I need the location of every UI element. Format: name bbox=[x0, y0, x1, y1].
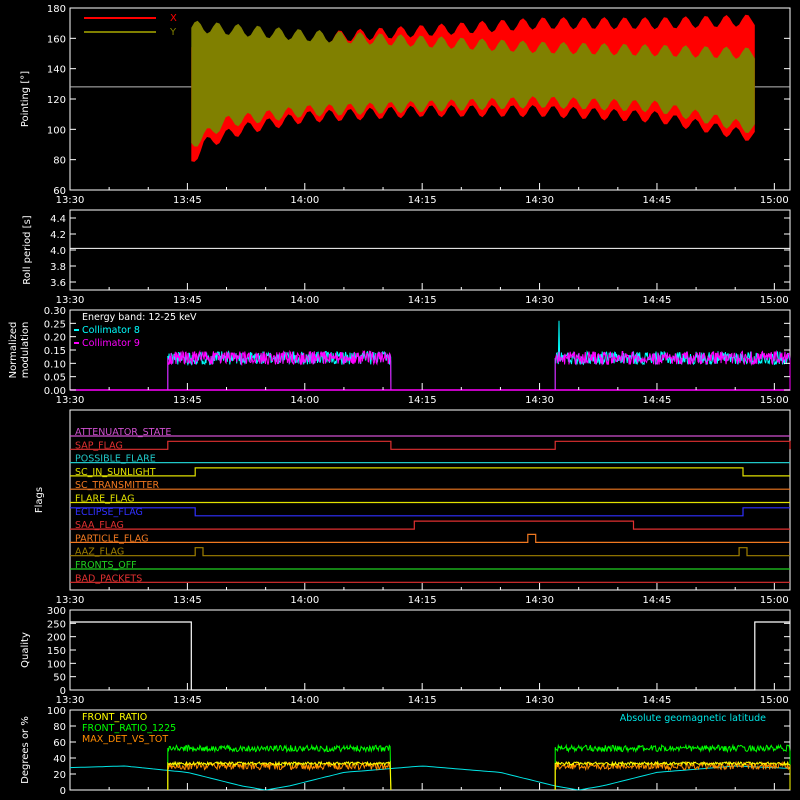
roll-xtick-label: 13:30 bbox=[56, 295, 85, 306]
roll-xtick-label: 14:30 bbox=[525, 295, 554, 306]
ratios-ytick-label: 20 bbox=[53, 770, 66, 781]
mod-xtick-label: 14:30 bbox=[525, 395, 554, 406]
roll-xtick-label: 14:15 bbox=[408, 295, 437, 306]
legend-col8-label: Collimator 8 bbox=[82, 325, 140, 336]
roll-xtick-label: 14:00 bbox=[290, 295, 319, 306]
pointing-xtick-label: 13:45 bbox=[173, 195, 202, 206]
flags-xtick-label: 13:30 bbox=[56, 595, 85, 606]
flags-xtick-label: 14:45 bbox=[643, 595, 672, 606]
flags-xtick-label: 15:00 bbox=[760, 595, 789, 606]
quality-xtick-label: 14:45 bbox=[643, 695, 672, 706]
legend-col9-label: Collimator 9 bbox=[82, 338, 140, 349]
quality-ytick-label: 150 bbox=[47, 646, 66, 657]
legend-y-label: Y bbox=[169, 27, 177, 38]
mod-ytick-label: 0.25 bbox=[44, 319, 66, 330]
mod-ytick-label: 0.20 bbox=[44, 333, 66, 344]
ratios-ytick-label: 60 bbox=[53, 738, 66, 749]
roll-xtick-label: 14:45 bbox=[643, 295, 672, 306]
legend-front-ratio-1225: FRONT_RATIO_1225 bbox=[82, 723, 176, 734]
mod-ytick-label: 0.15 bbox=[44, 346, 66, 357]
pointing-xtick-label: 14:45 bbox=[643, 195, 672, 206]
quality-ytick-label: 250 bbox=[47, 619, 66, 630]
quality-xtick-label: 14:15 bbox=[408, 695, 437, 706]
quality-ytick-label: 200 bbox=[47, 633, 66, 644]
ratios-ytick-label: 0 bbox=[60, 786, 66, 797]
roll-ytick-label: 3.8 bbox=[50, 262, 66, 273]
mod-xtick-label: 14:15 bbox=[408, 395, 437, 406]
ratios-ylabel: Degrees or % bbox=[20, 716, 31, 784]
energy-band-annotation: Energy band: 12-25 keV bbox=[82, 312, 197, 323]
quality-xtick-label: 15:00 bbox=[760, 695, 789, 706]
roll-xtick-label: 15:00 bbox=[760, 295, 789, 306]
pointing-ytick-label: 80 bbox=[53, 156, 66, 167]
mod-xtick-label: 14:45 bbox=[643, 395, 672, 406]
lightcurve-summary-figure: Pointing [°] 60 80 100 120 140 160 180 13:30 13… bbox=[0, 0, 800, 800]
flags-xtick-label: 14:30 bbox=[525, 595, 554, 606]
ratios-ytick-label: 80 bbox=[53, 722, 66, 733]
quality-ytick-label: 50 bbox=[53, 673, 66, 684]
flags-xtick-label: 14:00 bbox=[290, 595, 319, 606]
pointing-ytick-label: 140 bbox=[47, 65, 66, 76]
legend-x-label: X bbox=[170, 13, 177, 24]
ratios-ytick-label: 100 bbox=[47, 706, 66, 717]
roll-xtick-label: 13:45 bbox=[173, 295, 202, 306]
mod-ylabel-2: modulation bbox=[20, 322, 31, 379]
pointing-ytick-label: 160 bbox=[47, 34, 66, 45]
quality-ytick-label: 100 bbox=[47, 659, 66, 670]
flags-ylabel: Flags bbox=[34, 487, 45, 513]
mod-xtick-label: 14:00 bbox=[290, 395, 319, 406]
flags-xtick-label: 13:45 bbox=[173, 595, 202, 606]
quality-ytick-label: 300 bbox=[47, 606, 66, 617]
roll-ylabel: Roll period [s] bbox=[22, 215, 33, 284]
quality-xtick-label: 14:30 bbox=[525, 695, 554, 706]
roll-ytick-label: 4.0 bbox=[50, 246, 66, 257]
mod-xtick-label: 15:00 bbox=[760, 395, 789, 406]
mod-ytick-label: 0.10 bbox=[44, 359, 66, 370]
quality-xtick-label: 14:00 bbox=[290, 695, 319, 706]
pointing-ylabel: Pointing [°] bbox=[20, 71, 31, 127]
legend-front-ratio: FRONT_RATIO bbox=[82, 712, 147, 723]
quality-ylabel: Quality bbox=[20, 632, 31, 668]
roll-ytick-label: 3.6 bbox=[50, 278, 66, 289]
geomag-annotation: Absolute geomagnetic latitude bbox=[620, 713, 766, 724]
flags-xtick-label: 14:15 bbox=[408, 595, 437, 606]
mod-ytick-label: 0.05 bbox=[44, 373, 66, 384]
pointing-xtick-label: 13:30 bbox=[56, 195, 85, 206]
roll-ytick-label: 4.4 bbox=[50, 214, 66, 225]
mod-ytick-label: 0.30 bbox=[44, 306, 66, 317]
legend-max-det: MAX_DET_VS_TOT bbox=[82, 734, 168, 745]
quality-xtick-label: 13:30 bbox=[56, 695, 85, 706]
pointing-ytick-label: 100 bbox=[47, 125, 66, 136]
flag-label-eclipse-flag: ECLIPSE_FLAG bbox=[75, 507, 143, 518]
mod-ylabel-1: Normalized bbox=[8, 322, 19, 379]
pointing-ytick-label: 120 bbox=[47, 95, 66, 106]
pointing-ytick-label: 180 bbox=[47, 4, 66, 15]
pointing-xtick-label: 14:30 bbox=[525, 195, 554, 206]
mod-xtick-label: 13:45 bbox=[173, 395, 202, 406]
pointing-xtick-label: 15:00 bbox=[760, 195, 789, 206]
roll-ytick-label: 4.2 bbox=[50, 230, 66, 241]
pointing-xtick-label: 14:00 bbox=[290, 195, 319, 206]
pointing-xtick-label: 14:15 bbox=[408, 195, 437, 206]
ratios-ytick-label: 40 bbox=[53, 754, 66, 765]
quality-xtick-label: 13:45 bbox=[173, 695, 202, 706]
mod-xtick-label: 13:30 bbox=[56, 395, 85, 406]
